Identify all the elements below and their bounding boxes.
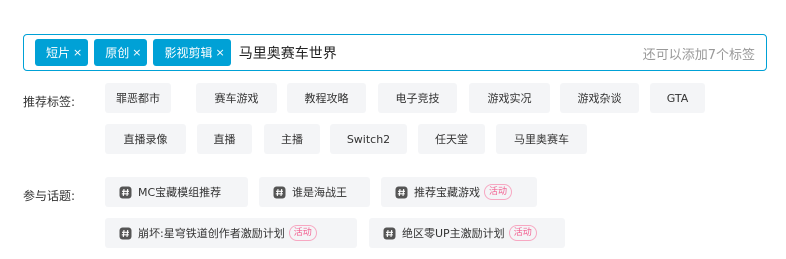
hash-icon — [395, 186, 408, 198]
tag-chip-label: 短片 — [46, 46, 71, 60]
close-icon[interactable]: × — [132, 46, 141, 59]
topic-item[interactable]: 推荐宝藏游戏 活动 — [381, 177, 537, 207]
recommended-tag[interactable]: 教程攻略 — [287, 83, 366, 113]
recommended-tags-row-2: 直播录像 直播 主播 Switch2 任天堂 马里奥赛车 — [0, 124, 786, 154]
hash-icon — [383, 227, 396, 239]
recommended-tag[interactable]: 罪恶都市 — [105, 83, 171, 113]
hash-icon — [273, 186, 286, 198]
recommended-tag[interactable]: 直播录像 — [105, 124, 186, 154]
recommended-tag[interactable]: 电子竞技 — [378, 83, 457, 113]
topic-item[interactable]: 绝区零UP主激励计划 活动 — [369, 218, 565, 248]
topic-title: 推荐宝藏游戏 — [414, 186, 480, 199]
tag-chip-label: 原创 — [105, 46, 130, 60]
tag-text-input[interactable] — [236, 44, 499, 61]
activity-badge: 活动 — [484, 184, 513, 200]
recommended-tag[interactable]: 直播 — [197, 124, 252, 154]
recommended-tag[interactable]: 游戏杂谈 — [560, 83, 639, 113]
topic-item[interactable]: MC宝藏模组推荐 — [105, 177, 248, 207]
remaining-tags-hint: 还可以添加7个标签 — [642, 48, 755, 63]
tag-chip: 影视剪辑 × — [153, 39, 231, 66]
close-icon[interactable]: × — [73, 46, 82, 59]
topic-item[interactable]: 崩坏:星穹铁道创作者激励计划 活动 — [105, 218, 357, 248]
topics-label: 参与话题: — [23, 189, 76, 203]
recommended-tag[interactable]: Switch2 — [330, 124, 407, 154]
tag-input-box[interactable]: 短片 × 原创 × 影视剪辑 × 还可以添加7个标签 — [23, 34, 767, 71]
activity-badge: 活动 — [288, 225, 317, 241]
hash-icon — [119, 186, 132, 198]
close-icon[interactable]: × — [215, 46, 224, 59]
tag-chip-label: 影视剪辑 — [164, 46, 213, 60]
recommended-tag[interactable]: GTA — [650, 83, 705, 113]
recommended-tag[interactable]: 马里奥赛车 — [496, 124, 587, 154]
hash-icon — [119, 227, 132, 239]
topic-title: 谁是海战王 — [292, 186, 347, 199]
recommended-tag[interactable]: 任天堂 — [418, 124, 485, 154]
tag-chip: 原创 × — [94, 39, 148, 66]
topic-title: 绝区零UP主激励计划 — [402, 227, 505, 240]
topic-title: MC宝藏模组推荐 — [138, 186, 222, 199]
activity-badge: 活动 — [508, 225, 537, 241]
tag-chip: 短片 × — [35, 39, 89, 66]
recommended-tag[interactable]: 主播 — [264, 124, 320, 154]
topic-item[interactable]: 谁是海战王 — [259, 177, 370, 207]
recommended-tag[interactable]: 游戏实况 — [469, 83, 550, 113]
recommended-tag[interactable]: 赛车游戏 — [196, 83, 277, 113]
recommended-tags-row-1: 罪恶都市 赛车游戏 教程攻略 电子竞技 游戏实况 游戏杂谈 GTA — [0, 83, 786, 113]
topic-title: 崩坏:星穹铁道创作者激励计划 — [138, 227, 285, 240]
